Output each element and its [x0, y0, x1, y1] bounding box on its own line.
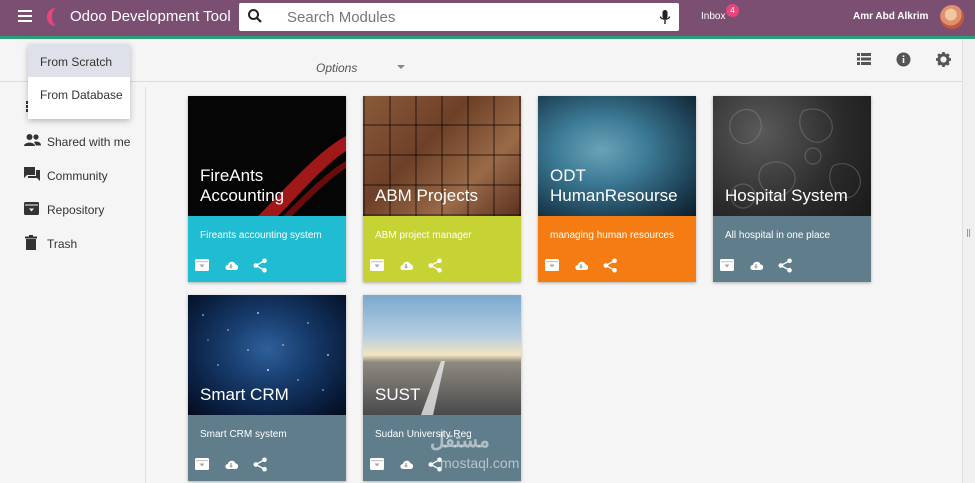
card-description: managing human resources: [550, 230, 674, 241]
archive-icon: [24, 202, 39, 215]
menu-icon[interactable]: [18, 10, 32, 22]
card-body: Fireants accounting system: [188, 216, 346, 282]
share-icon[interactable]: [428, 258, 443, 273]
dropdown-item-from-database[interactable]: From Database: [28, 77, 130, 110]
search-bar: [239, 3, 679, 31]
forum-icon: [24, 167, 40, 181]
module-card-hospital[interactable]: Hospital System All hospital in one plac…: [713, 96, 871, 282]
card-body: Smart CRM system: [188, 415, 346, 481]
module-card-smartcrm[interactable]: Smart CRM Smart CRM system: [188, 295, 346, 481]
cloud-download-icon[interactable]: [574, 258, 589, 273]
cloud-download-icon[interactable]: [749, 258, 764, 273]
search-icon[interactable]: [247, 8, 263, 24]
module-card-odt[interactable]: ODT HumanResourse managing human resourc…: [538, 96, 696, 282]
module-card-abm[interactable]: ABM Projects ABM project manager: [363, 96, 521, 282]
cloud-download-icon[interactable]: [224, 457, 239, 472]
sidebar-divider: [145, 87, 146, 483]
card-image: FireAnts Accounting: [188, 96, 346, 216]
odoo-logo-icon: [47, 8, 56, 26]
card-body: ABM project manager: [363, 216, 521, 282]
card-description: Smart CRM system: [200, 429, 287, 440]
trash-icon: [25, 235, 37, 250]
inbox-badge: 4: [726, 4, 739, 17]
archive-icon[interactable]: [545, 258, 560, 273]
dropdown-item-from-scratch[interactable]: From Scratch: [28, 44, 130, 77]
watermark-text: مستقل: [430, 430, 490, 452]
user-name[interactable]: Amr Abd Alkrim: [853, 11, 928, 22]
scrollbar[interactable]: [962, 39, 975, 483]
sidebar-item-label: Community: [47, 169, 108, 183]
card-title: Hospital System: [725, 186, 848, 205]
card-description: All hospital in one place: [725, 230, 831, 241]
options-dropdown[interactable]: Options: [316, 61, 357, 75]
watermark-subtext: mostaql.com: [440, 455, 520, 471]
sidebar-item-label: Repository: [47, 203, 105, 217]
module-card-fireants[interactable]: FireAnts Accounting Fireants accounting …: [188, 96, 346, 282]
avatar[interactable]: [940, 5, 964, 29]
card-image: SUST: [363, 295, 521, 415]
cloud-download-icon[interactable]: [224, 258, 239, 273]
app-title: Odoo Development Tool: [70, 8, 231, 25]
share-icon[interactable]: [603, 258, 618, 273]
card-title: FireAnts Accounting: [200, 166, 285, 205]
card-description: ABM project manager: [375, 230, 472, 241]
card-title: SUST: [375, 385, 421, 404]
archive-icon[interactable]: [370, 258, 385, 273]
card-image: ODT HumanResourse: [538, 96, 696, 216]
card-image: Hospital System: [713, 96, 871, 216]
sidebar-item-label: Shared with me: [47, 135, 131, 149]
archive-icon[interactable]: [720, 258, 735, 273]
archive-icon[interactable]: [195, 258, 210, 273]
chevron-down-icon[interactable]: [397, 65, 405, 69]
card-title: ABM Projects: [375, 186, 478, 205]
archive-icon[interactable]: [195, 457, 210, 472]
inbox-link[interactable]: Inbox: [701, 11, 725, 22]
new-module-dropdown: From Scratch From Database: [28, 44, 130, 119]
module-card-sust[interactable]: SUST Sudan University Reg: [363, 295, 521, 481]
share-icon[interactable]: [778, 258, 793, 273]
search-input[interactable]: [287, 7, 637, 27]
settings-icon[interactable]: [936, 52, 951, 67]
list-view-icon[interactable]: [857, 52, 871, 66]
card-title: ODT HumanResourse: [550, 166, 678, 205]
card-image: ABM Projects: [363, 96, 521, 216]
scrollbar-grip[interactable]: [967, 229, 970, 237]
info-icon[interactable]: [896, 52, 911, 67]
people-icon: [24, 134, 41, 146]
card-body: managing human resources: [538, 216, 696, 282]
archive-icon[interactable]: [370, 457, 385, 472]
share-icon[interactable]: [253, 457, 268, 472]
card-title: Smart CRM: [200, 385, 289, 404]
cloud-download-icon[interactable]: [399, 258, 414, 273]
sidebar-item-label: Trash: [47, 237, 78, 251]
card-image: Smart CRM: [188, 295, 346, 415]
cloud-download-icon[interactable]: [399, 457, 414, 472]
share-icon[interactable]: [253, 258, 268, 273]
card-description: Fireants accounting system: [200, 230, 322, 241]
options-bar: [0, 39, 962, 82]
microphone-icon[interactable]: [659, 9, 671, 25]
card-body: All hospital in one place: [713, 216, 871, 282]
